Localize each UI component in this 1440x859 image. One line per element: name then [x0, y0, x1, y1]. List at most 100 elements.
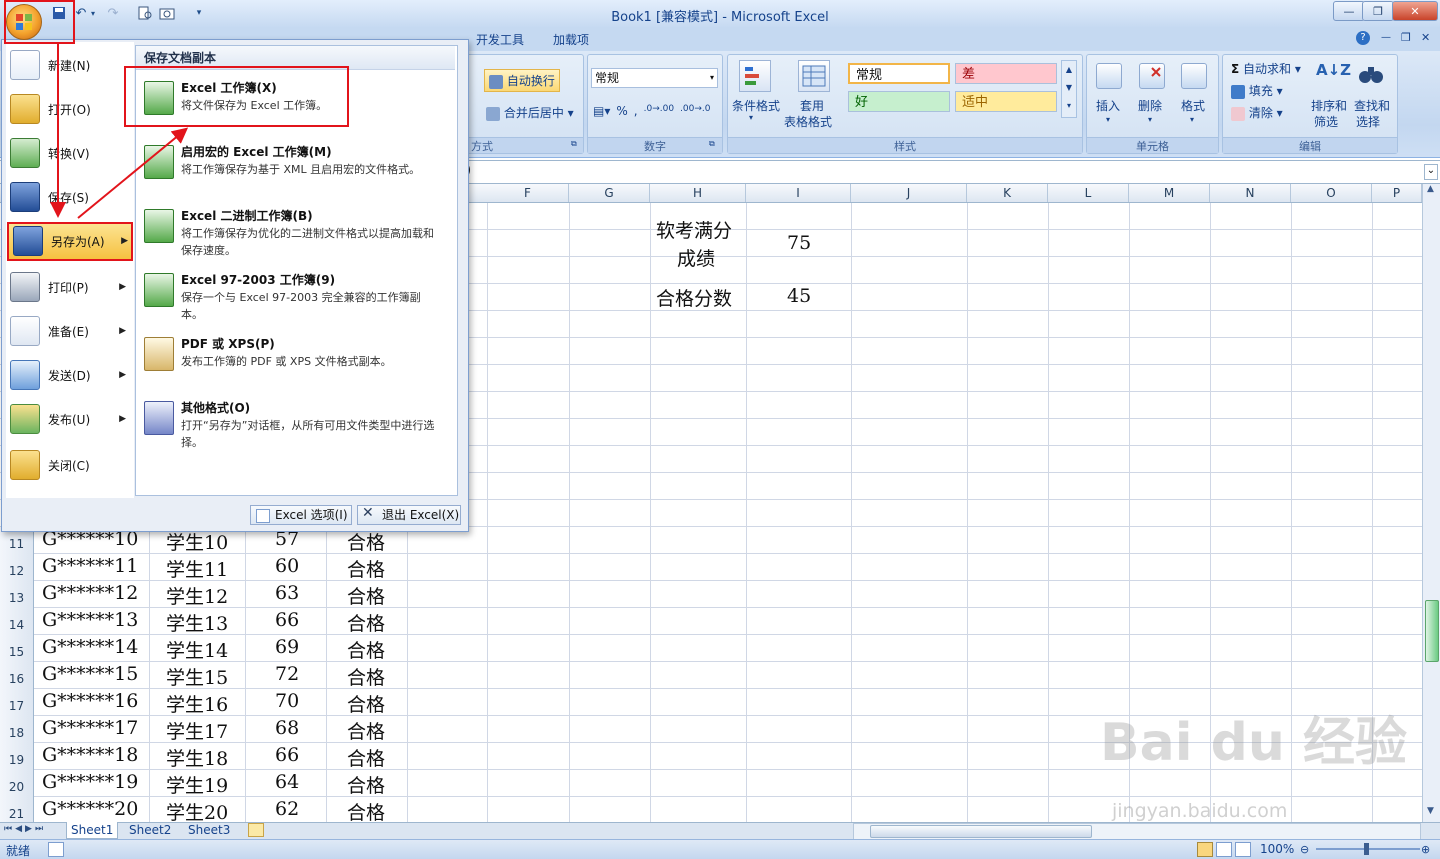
cell-result[interactable]: 合格 [347, 555, 385, 582]
redo-icon[interactable]: ↷ [104, 4, 122, 22]
cell-result[interactable]: 合格 [347, 609, 385, 636]
scroll-up-icon[interactable]: ▲ [1427, 184, 1434, 194]
menu-item-prepare[interactable]: 准备(E) ▶ [10, 312, 130, 350]
cell-id[interactable]: G******15 [42, 663, 138, 685]
cell-i-pass-score-value[interactable]: 45 [787, 285, 811, 307]
cell-score[interactable]: 64 [275, 771, 299, 793]
row-header[interactable]: 21 [0, 797, 34, 822]
menu-item-send[interactable]: 发送(D) ▶ [10, 356, 130, 394]
cell-name[interactable]: 学生20 [166, 798, 228, 825]
column-header-l[interactable]: L [1048, 184, 1129, 202]
comma-icon[interactable]: , [634, 104, 638, 118]
menu-item-publish[interactable]: 发布(U) ▶ [10, 400, 130, 438]
submenu-item-excel-97-2003[interactable]: Excel 97-2003 工作簿(9) 保存一个与 Excel 97-2003… [140, 271, 440, 327]
style-bad[interactable]: 差 [955, 63, 1057, 84]
number-format-select[interactable]: 常规 ▾ [591, 68, 718, 88]
submenu-item-binary-workbook[interactable]: Excel 二进制工作簿(B) 将工作簿保存为优化的二进制文件格式以提高加载和保… [140, 207, 440, 263]
horizontal-scrollbar[interactable] [853, 823, 1421, 840]
style-good[interactable]: 好 [848, 91, 950, 112]
cell-result[interactable]: 合格 [347, 717, 385, 744]
cell-name[interactable]: 学生10 [166, 528, 228, 555]
minimize-button[interactable]: — [1333, 1, 1365, 21]
number-dialog-launcher-icon[interactable]: ⧉ [709, 139, 715, 149]
cell-result[interactable]: 合格 [347, 690, 385, 717]
column-header-g[interactable]: G [569, 184, 650, 202]
wrap-text-button[interactable]: 自动换行 [484, 69, 560, 92]
fill-button[interactable]: 填充 ▾ [1231, 82, 1283, 99]
increase-decimal-icon[interactable]: .0→.00 [644, 104, 674, 118]
alignment-dialog-launcher-icon[interactable]: ⧉ [571, 139, 577, 149]
column-header-k[interactable]: K [967, 184, 1048, 202]
menu-item-open[interactable]: 打开(O) [10, 90, 130, 128]
cell-id[interactable]: G******20 [42, 798, 138, 820]
merge-center-button[interactable]: 合并后居中 ▾ [486, 104, 574, 121]
row-header[interactable]: 12 [0, 554, 34, 581]
cell-h-pass-score[interactable]: 合格分数 [656, 284, 732, 311]
expand-formula-icon[interactable]: ⌄ [1424, 164, 1438, 180]
styles-scroll[interactable]: ▲ ▼ ▾ [1061, 60, 1077, 118]
menu-item-convert[interactable]: 转换(V) [10, 134, 130, 172]
column-header-p[interactable]: P [1372, 184, 1422, 202]
cell-score[interactable]: 66 [275, 609, 299, 631]
cell-name[interactable]: 学生18 [166, 744, 228, 771]
normal-view-icon[interactable] [1197, 842, 1213, 857]
cell-name[interactable]: 学生17 [166, 717, 228, 744]
cell-result[interactable]: 合格 [347, 636, 385, 663]
column-header-m[interactable]: M [1129, 184, 1210, 202]
submenu-item-other-formats[interactable]: 其他格式(O) 打开“另存为”对话框，从所有可用文件类型中进行选择。 [140, 399, 440, 455]
sheet-tab-1[interactable]: Sheet1 [66, 822, 119, 839]
cell-name[interactable]: 学生11 [166, 555, 228, 582]
clear-button[interactable]: 清除 ▾ [1231, 104, 1283, 121]
cell-result[interactable]: 合格 [347, 663, 385, 690]
zoom-level[interactable]: 100% [1260, 842, 1294, 856]
row-header[interactable]: 18 [0, 716, 34, 743]
row-header[interactable]: 17 [0, 689, 34, 716]
cell-name[interactable]: 学生13 [166, 609, 228, 636]
row-header[interactable]: 14 [0, 608, 34, 635]
sort-filter-label-1[interactable]: 排序和 [1311, 97, 1347, 114]
cell-name[interactable]: 学生19 [166, 771, 228, 798]
cell-name[interactable]: 学生12 [166, 582, 228, 609]
submenu-item-pdf-xps[interactable]: PDF 或 XPS(P) 发布工作簿的 PDF 或 XPS 文件格式副本。 [140, 335, 440, 375]
row-header[interactable]: 16 [0, 662, 34, 689]
cell-score[interactable]: 70 [275, 690, 299, 712]
cell-id[interactable]: G******11 [42, 555, 138, 577]
menu-item-print[interactable]: 打印(P) ▶ [10, 268, 130, 306]
page-layout-view-icon[interactable] [1216, 842, 1232, 857]
style-normal[interactable]: 常规 [848, 63, 950, 84]
cell-score[interactable]: 68 [275, 717, 299, 739]
cell-id[interactable]: G******16 [42, 690, 138, 712]
cell-id[interactable]: G******19 [42, 771, 138, 793]
find-select-label-2[interactable]: 选择 [1356, 113, 1380, 130]
row-header[interactable]: 20 [0, 770, 34, 797]
sort-filter-label-2[interactable]: 筛选 [1314, 113, 1338, 130]
cell-result[interactable]: 合格 [347, 798, 385, 825]
cell-score[interactable]: 66 [275, 744, 299, 766]
row-header[interactable]: 15 [0, 635, 34, 662]
percent-icon[interactable]: % [616, 104, 627, 118]
cell-score[interactable]: 69 [275, 636, 299, 658]
ribbon-restore-icon[interactable]: ❐ [1401, 31, 1411, 44]
row-header[interactable]: 19 [0, 743, 34, 770]
cell-id[interactable]: G******13 [42, 609, 138, 631]
help-icon[interactable]: ? [1356, 31, 1370, 45]
cell-name[interactable]: 学生15 [166, 663, 228, 690]
tab-addins[interactable]: 加载项 [553, 31, 589, 48]
column-header-n[interactable]: N [1210, 184, 1291, 202]
table-format-label-2[interactable]: 表格格式 [784, 113, 832, 130]
horizontal-scroll-thumb[interactable] [870, 825, 1092, 838]
cell-id[interactable]: G******18 [42, 744, 138, 766]
decrease-decimal-icon[interactable]: .00→.0 [680, 104, 710, 118]
find-select-label-1[interactable]: 查找和 [1354, 97, 1390, 114]
cell-id[interactable]: G******17 [42, 717, 138, 739]
cell-result[interactable]: 合格 [347, 528, 385, 555]
cell-result[interactable]: 合格 [347, 582, 385, 609]
cell-i-full-score-value[interactable]: 75 [787, 232, 811, 254]
table-format-label-1[interactable]: 套用 [800, 97, 824, 114]
page-break-view-icon[interactable] [1235, 842, 1251, 857]
sheet-tab-2[interactable]: Sheet2 [125, 822, 175, 838]
cell-id[interactable]: G******12 [42, 582, 138, 604]
print-preview-icon[interactable] [136, 4, 154, 22]
vertical-scrollbar[interactable]: ▲ ▼ [1422, 184, 1440, 822]
zoom-out-icon[interactable]: ⊖ [1300, 843, 1309, 856]
